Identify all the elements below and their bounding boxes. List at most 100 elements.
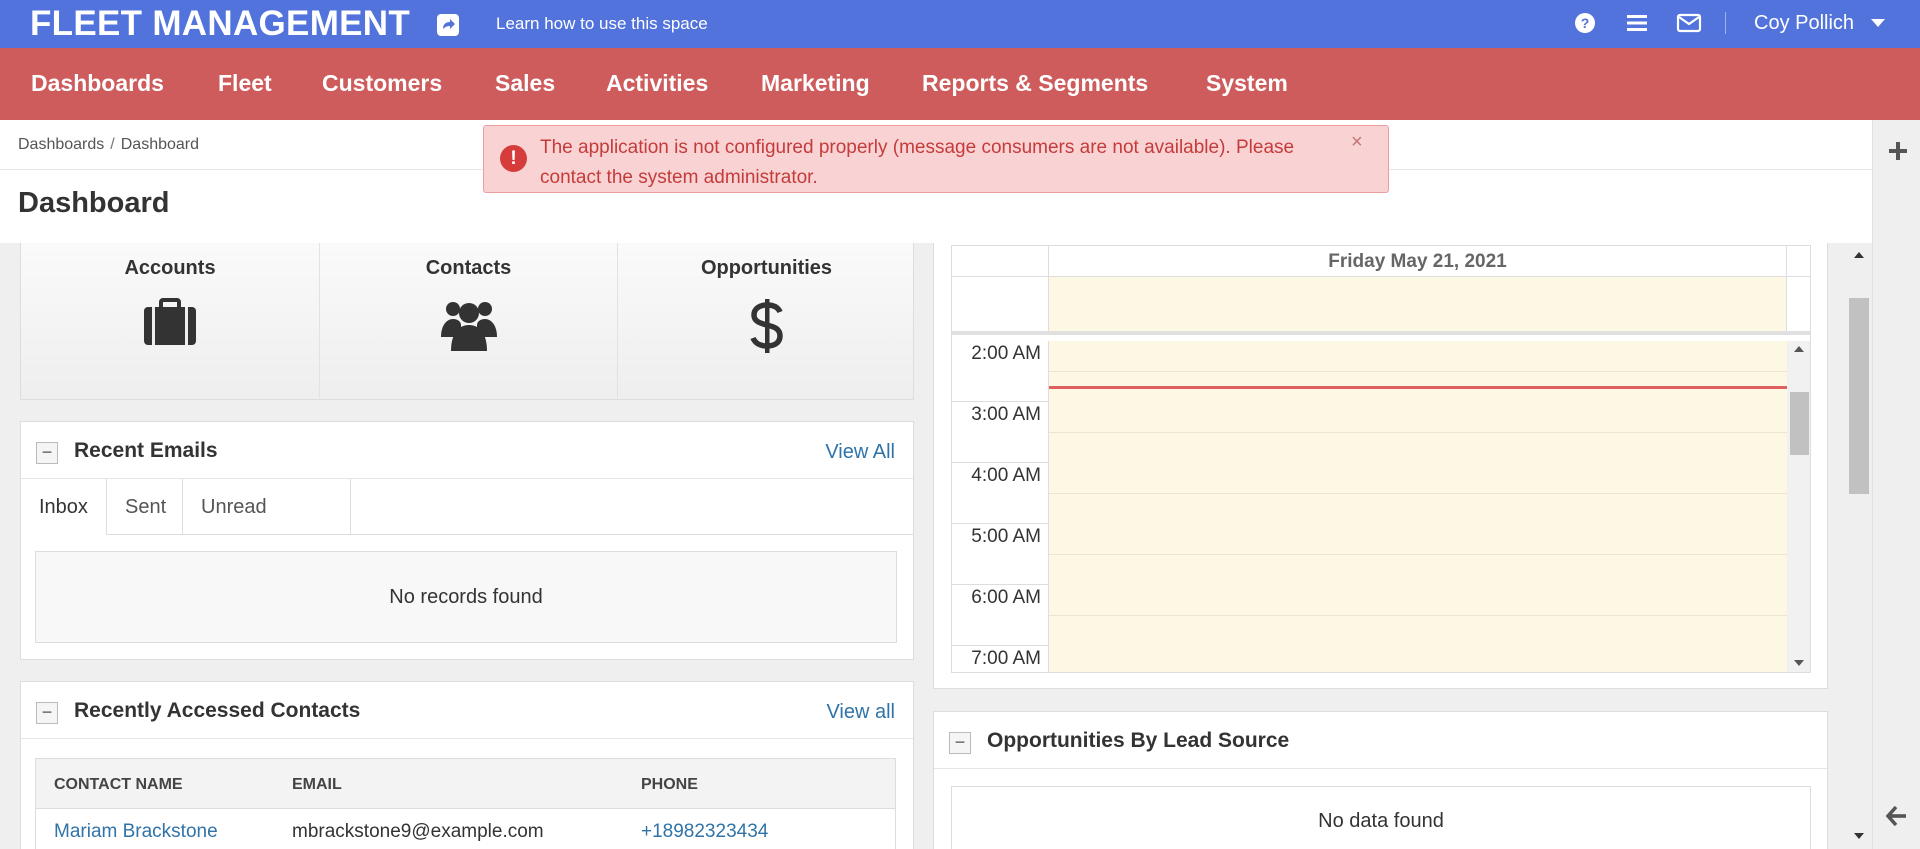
- time-label: 7:00 AM: [952, 646, 1049, 672]
- topbar-divider: [1725, 12, 1726, 34]
- collapse-button[interactable]: −: [36, 442, 58, 464]
- scroll-down-icon[interactable]: [1854, 833, 1864, 839]
- time-label: 5:00 AM: [952, 524, 1049, 585]
- time-row: 7:00 AM: [952, 646, 1787, 672]
- quick-launch-accounts[interactable]: Accounts: [21, 243, 319, 400]
- calendar-scrollbar-thumb[interactable]: [1790, 392, 1809, 455]
- calendar-date: Friday May 21, 2021: [1049, 246, 1787, 277]
- time-slot[interactable]: [1049, 463, 1787, 524]
- scroll-up-icon[interactable]: [1854, 252, 1864, 258]
- app-brand[interactable]: FLEET MANAGEMENT: [30, 4, 410, 44]
- current-time-indicator: [1049, 386, 1787, 389]
- time-row: 3:00 AM: [952, 402, 1787, 463]
- tab-inbox[interactable]: Inbox: [21, 479, 107, 535]
- close-icon[interactable]: ×: [1351, 131, 1363, 154]
- all-day-slot[interactable]: [1049, 277, 1787, 331]
- nav-sales[interactable]: Sales: [495, 70, 555, 97]
- widget-header: − Recently Accessed Contacts View all: [21, 682, 913, 739]
- chevron-down-icon[interactable]: [1871, 19, 1885, 27]
- all-day-row: [952, 277, 1810, 335]
- widget-title: Opportunities By Lead Source: [987, 729, 1290, 752]
- page-scrollbar-thumb[interactable]: [1849, 298, 1869, 494]
- share-icon[interactable]: [437, 14, 459, 36]
- view-all-link[interactable]: View All: [825, 441, 895, 464]
- email-tabs: Inbox Sent Unread Emails: [21, 479, 913, 574]
- widget-title: Recent Emails: [74, 439, 218, 462]
- breadcrumb: Dashboards / Dashboard: [18, 136, 199, 154]
- nav-system[interactable]: System: [1206, 70, 1288, 97]
- quick-launch-contacts[interactable]: Contacts: [319, 243, 617, 400]
- user-menu[interactable]: Coy Pollich: [1754, 12, 1854, 35]
- contact-name-link[interactable]: Mariam Brackstone: [54, 821, 218, 843]
- briefcase-icon: [142, 297, 198, 352]
- main-nav: Dashboards Fleet Customers Sales Activit…: [0, 48, 1920, 120]
- scroll-down-icon[interactable]: [1794, 660, 1804, 666]
- time-label: 2:00 AM: [952, 341, 1049, 402]
- plus-icon[interactable]: [1886, 139, 1910, 163]
- contact-email: mbrackstone9@example.com: [292, 821, 544, 842]
- nav-dashboards[interactable]: Dashboards: [31, 70, 164, 97]
- column-email[interactable]: Email: [292, 776, 342, 794]
- table-row: Mariam Brackstone mbrackstone9@example.c…: [36, 809, 895, 849]
- view-all-link[interactable]: View all: [826, 701, 895, 724]
- nav-marketing[interactable]: Marketing: [761, 70, 870, 97]
- sidebar-rail: [1872, 120, 1920, 849]
- breadcrumb-current[interactable]: Dashboard: [121, 136, 199, 153]
- time-label: 6:00 AM: [952, 585, 1049, 646]
- tab-sent[interactable]: Sent: [107, 479, 183, 535]
- calendar-gutter: [952, 246, 1049, 277]
- users-icon: [439, 297, 499, 356]
- quick-launchpad: Accounts Contacts Opportunities: [20, 243, 914, 400]
- empty-state: No records found: [35, 551, 897, 643]
- nav-activities[interactable]: Activities: [606, 70, 708, 97]
- time-row: 2:00 AM: [952, 341, 1787, 402]
- calendar-scrollbar[interactable]: [1787, 341, 1810, 672]
- time-label: 3:00 AM: [952, 402, 1049, 463]
- time-slot[interactable]: [1049, 341, 1787, 402]
- tab-unread-emails[interactable]: Unread Emails: [183, 479, 351, 574]
- time-slot[interactable]: [1049, 524, 1787, 585]
- dollar-icon: [747, 297, 787, 360]
- page-title: Dashboard: [18, 187, 170, 219]
- breadcrumb-root[interactable]: Dashboards: [18, 136, 104, 153]
- time-row: 6:00 AM: [952, 585, 1787, 646]
- menu-list-icon[interactable]: [1625, 11, 1649, 35]
- column-phone[interactable]: Phone: [641, 776, 698, 794]
- contact-phone-link[interactable]: +18982323434: [641, 821, 768, 843]
- quick-launch-label: Opportunities: [700, 257, 833, 279]
- exclamation-icon: !: [500, 145, 527, 172]
- mail-icon[interactable]: [1676, 11, 1702, 35]
- nav-customers[interactable]: Customers: [322, 70, 442, 97]
- column-contact-name[interactable]: Contact Name: [54, 776, 183, 794]
- calendar-day-view: Friday May 21, 2021 2:00 AM 3:00 AM 4:00…: [951, 245, 1811, 673]
- collapse-button[interactable]: −: [949, 732, 971, 754]
- calendar-widget: Friday May 21, 2021 2:00 AM 3:00 AM 4:00…: [933, 243, 1828, 689]
- nav-reports-segments[interactable]: Reports & Segments: [922, 70, 1148, 97]
- time-slot[interactable]: [1049, 646, 1787, 672]
- nav-fleet[interactable]: Fleet: [218, 70, 272, 97]
- collapse-button[interactable]: −: [36, 702, 58, 724]
- arrow-left-icon[interactable]: [1884, 803, 1910, 829]
- help-icon[interactable]: ?: [1573, 11, 1597, 35]
- time-slot[interactable]: [1049, 585, 1787, 646]
- calendar-header: Friday May 21, 2021: [952, 246, 1810, 277]
- breadcrumb-separator: /: [110, 136, 115, 153]
- alert-message: The application is not configured proper…: [540, 137, 1295, 188]
- svg-text:?: ?: [1581, 15, 1590, 31]
- time-row: 5:00 AM: [952, 524, 1787, 585]
- calendar-time-grid: 2:00 AM 3:00 AM 4:00 AM 5:00 AM 6:00 AM …: [952, 341, 1810, 672]
- time-row: 4:00 AM: [952, 463, 1787, 524]
- contacts-table: Contact Name Email Phone Mariam Bracksto…: [35, 758, 896, 849]
- table-header: Contact Name Email Phone: [36, 759, 895, 809]
- time-slot[interactable]: [1049, 402, 1787, 463]
- recent-emails-widget: − Recent Emails View All Inbox Sent Unre…: [20, 421, 914, 660]
- widget-header: − Opportunities By Lead Source: [934, 712, 1827, 769]
- quick-launch-label: Accounts: [124, 257, 216, 279]
- opportunities-by-lead-source-widget: − Opportunities By Lead Source No data f…: [933, 711, 1828, 849]
- top-bar: FLEET MANAGEMENT Learn how to use this s…: [0, 0, 1920, 48]
- learn-how-link[interactable]: Learn how to use this space: [496, 14, 708, 34]
- quick-launch-opportunities[interactable]: Opportunities: [617, 243, 915, 400]
- time-label: 4:00 AM: [952, 463, 1049, 524]
- scroll-up-icon[interactable]: [1794, 346, 1804, 352]
- empty-state: No data found: [951, 786, 1811, 849]
